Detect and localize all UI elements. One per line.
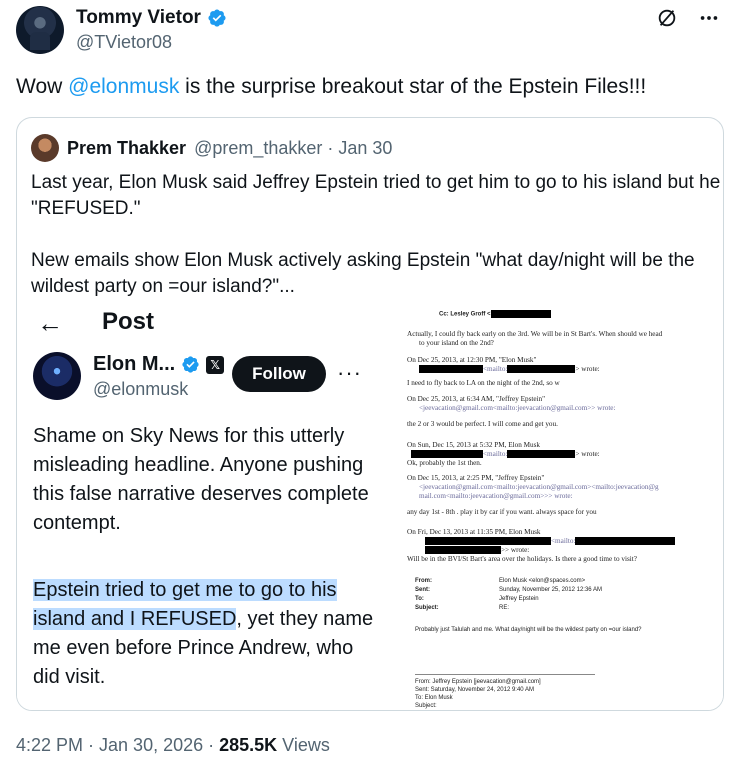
quote-text-paragraph-2: New emails show Elon Musk actively askin…	[31, 250, 695, 297]
media-post-screenshot: ← Post Elon M... 𝕏 @elonmusk Follow ··· …	[17, 296, 393, 710]
screenshot-more-icon: ···	[337, 360, 362, 385]
doc-body: Probably just Talulah and me. What day/n…	[415, 627, 642, 633]
doc-line: <jeevacation@gmail.com<mailto:jeevacatio…	[419, 404, 616, 412]
screenshot-avatar	[33, 352, 81, 400]
doc-line: Will be in the BVI/St Bart's area over t…	[407, 555, 637, 563]
screenshot-body-2: Epstein tried to get me to go to his isl…	[33, 576, 383, 692]
quote-display-name: Prem Thakker	[67, 137, 187, 158]
tweet-text: Wow @elonmusk is the surprise breakout s…	[16, 74, 646, 100]
verified-badge-icon	[182, 356, 199, 373]
mention-link[interactable]: @elonmusk	[68, 75, 179, 98]
doc-footer-line: Subject:	[415, 703, 437, 709]
screenshot-display-name: Elon M...	[93, 353, 176, 375]
doc-line: any day 1st - 8th . play it by car if yo…	[407, 508, 597, 516]
doc-line: <mailto: > wrote:	[419, 365, 600, 375]
screenshot-post-title: Post	[102, 308, 155, 335]
back-arrow-icon: ←	[37, 308, 63, 338]
follow-button: Follow	[232, 356, 326, 392]
tweet-prefix: Wow	[16, 75, 69, 98]
tweet-actions-top	[655, 6, 721, 30]
views-label: Views	[277, 735, 330, 755]
media-email-document: Cc: Lesley Groff < Actually, I could fly…	[395, 296, 723, 710]
doc-line: Ok, probably the 1st then.	[407, 459, 482, 467]
grok-icon[interactable]	[655, 6, 679, 30]
views-count: 285.5K	[219, 735, 278, 755]
quote-media[interactable]: ← Post Elon M... 𝕏 @elonmusk Follow ··· …	[17, 296, 723, 710]
timestamp[interactable]: 4:22 PM · Jan 30, 2026 ·	[16, 735, 219, 755]
quote-text-paragraph-1: Last year, Elon Musk said Jeffrey Epstei…	[31, 172, 721, 219]
verified-badge-icon	[208, 9, 226, 27]
author-display-name[interactable]: Tommy Vietor	[76, 7, 201, 29]
x-affiliate-icon: 𝕏	[206, 355, 225, 374]
doc-line: to your island on the 2nd?	[419, 339, 494, 347]
doc-line: the 2 or 3 would be perfect. I will come…	[407, 420, 558, 428]
quote-text: Last year, Elon Musk said Jeffrey Epstei…	[31, 170, 721, 300]
quoted-tweet[interactable]: Prem Thakker @prem_thakker · Jan 30 Last…	[16, 117, 724, 711]
tweet-footer: 4:22 PM · Jan 30, 2026 · 285.5K Views	[16, 735, 330, 756]
author-handle[interactable]: @TVietor08	[76, 32, 172, 53]
tweet-suffix: is the surprise breakout star of the Eps…	[179, 75, 647, 98]
more-icon[interactable]	[697, 6, 721, 30]
screenshot-handle: @elonmusk	[93, 379, 189, 399]
quote-meta: @prem_thakker · Jan 30	[194, 137, 393, 158]
doc-header-value: RE:	[499, 605, 510, 611]
doc-line: mail.com<mailto:jeevacation@gmail.com>>>…	[419, 492, 573, 500]
doc-cc-line: Cc: Lesley Groff <	[439, 310, 551, 320]
quote-header: Prem Thakker @prem_thakker · Jan 30	[31, 134, 392, 162]
author-name-row: Tommy Vietor	[76, 7, 227, 29]
quote-avatar	[31, 134, 59, 162]
doc-line: I need to fly back to LA on the night of…	[407, 379, 560, 387]
author-avatar[interactable]	[16, 6, 64, 54]
screenshot-body-1: Shame on Sky News for this utterly misle…	[33, 425, 369, 534]
doc-divider	[415, 674, 595, 675]
doc-header-label: Subject:	[415, 605, 439, 611]
screenshot-name-row: Elon M... 𝕏	[93, 353, 225, 376]
